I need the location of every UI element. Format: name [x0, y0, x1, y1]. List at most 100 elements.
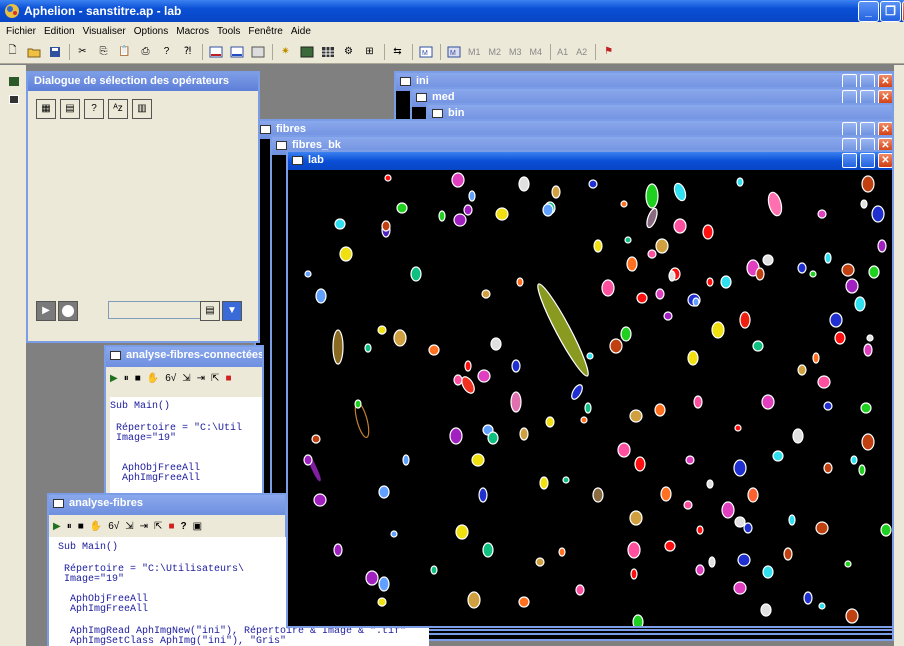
- fibre-object: [664, 540, 676, 552]
- run-icon[interactable]: ▶: [53, 521, 61, 532]
- new-file-icon[interactable]: 🗋: [3, 43, 22, 61]
- fibre-object: [858, 464, 866, 476]
- minimize-button[interactable]: _: [858, 1, 879, 22]
- menu-macros[interactable]: Macros: [172, 26, 213, 37]
- fibre-object: [647, 249, 657, 259]
- dialog-titlebar[interactable]: Dialogue de sélection des opérateurs: [28, 73, 258, 91]
- pause-icon[interactable]: ⏸: [67, 521, 72, 532]
- dock-table-icon[interactable]: [9, 95, 19, 104]
- macro-button-m1[interactable]: M1: [465, 43, 484, 61]
- fibre-object: [453, 374, 463, 386]
- fibre-object: [877, 239, 887, 253]
- record-icon[interactable]: [58, 301, 78, 321]
- fibre-object: [519, 427, 529, 441]
- image-view-icon[interactable]: [297, 43, 316, 61]
- minimize-icon[interactable]: [842, 153, 857, 168]
- run-icon[interactable]: ▶: [110, 373, 118, 384]
- save-icon[interactable]: [45, 43, 64, 61]
- fibre-object: [402, 454, 410, 466]
- macro-window-analyse-fibres-titlebar[interactable]: analyse-fibres: [49, 495, 285, 515]
- operator-list-button[interactable]: ▤: [200, 301, 220, 321]
- operator-info-icon[interactable]: ▥: [132, 99, 152, 119]
- menu-options[interactable]: Options: [130, 26, 172, 37]
- step-over-icon[interactable]: ⇥: [197, 373, 205, 384]
- step-out-icon[interactable]: ⇱: [154, 521, 162, 532]
- step-into-icon[interactable]: ⇲: [125, 521, 133, 532]
- macro-button-m2[interactable]: M2: [486, 43, 505, 61]
- help-icon[interactable]: ?: [157, 43, 176, 61]
- fibre-object: [708, 556, 716, 568]
- sort-az-icon[interactable]: ᴬz: [108, 99, 128, 119]
- operator-icon[interactable]: [206, 43, 225, 61]
- fibre-object: [463, 204, 473, 216]
- window-lab[interactable]: lab ✕: [286, 150, 894, 628]
- close-icon[interactable]: ✕: [878, 153, 892, 168]
- breakpoint-icon[interactable]: ■: [168, 521, 174, 532]
- code-line: Sub Main(): [58, 542, 119, 553]
- flag-icon[interactable]: ⚑: [599, 43, 618, 61]
- stop-icon[interactable]: ■: [135, 373, 141, 384]
- lab-image[interactable]: [288, 170, 892, 626]
- fibre-object: [535, 557, 545, 567]
- cut-icon[interactable]: ✂: [73, 43, 92, 61]
- copy-icon[interactable]: ⎘: [94, 43, 113, 61]
- dropdown-arrow-icon[interactable]: ▼: [222, 301, 242, 321]
- fibre-object: [871, 205, 885, 223]
- wand-icon[interactable]: ✷: [276, 43, 295, 61]
- help-icon[interactable]: ?: [180, 521, 186, 532]
- settings-icon[interactable]: ⚙: [339, 43, 358, 61]
- fibre-object: [693, 395, 703, 409]
- hand-icon[interactable]: ✋: [147, 373, 159, 384]
- tree-icon[interactable]: ⊞: [360, 43, 379, 61]
- window-list-icon[interactable]: [248, 43, 267, 61]
- play-icon[interactable]: ▶: [36, 301, 56, 321]
- context-help-icon[interactable]: ⁈: [178, 43, 197, 61]
- fibre-object: [451, 172, 465, 188]
- stop-icon[interactable]: ■: [78, 521, 84, 532]
- maximize-icon[interactable]: [860, 153, 875, 168]
- step-into-icon[interactable]: ⇲: [182, 373, 190, 384]
- image-operator-icon[interactable]: [227, 43, 246, 61]
- operator-dialog[interactable]: Dialogue de sélection des opérateurs ▦ ▤…: [26, 71, 260, 343]
- action-button-a1[interactable]: A1: [554, 43, 571, 61]
- fibre-object: [844, 560, 852, 568]
- arrows-icon[interactable]: ⇆: [388, 43, 407, 61]
- hand-icon[interactable]: ✋: [90, 521, 102, 532]
- macro-window-connectees[interactable]: analyse-fibres-connectées ▶ ⏸ ■ ✋ 6√ ⇲ ⇥…: [104, 345, 264, 505]
- fibre-object: [471, 453, 485, 467]
- operator-help-icon[interactable]: ?: [84, 99, 104, 119]
- watch-icon[interactable]: 6√: [165, 373, 176, 384]
- action-button-a2[interactable]: A2: [573, 43, 590, 61]
- macro-editor-icon[interactable]: M: [416, 43, 435, 61]
- menu-edition[interactable]: Edition: [40, 26, 79, 37]
- window-lab-titlebar[interactable]: lab ✕: [288, 152, 892, 170]
- menu-fenetre[interactable]: Fenêtre: [244, 26, 286, 37]
- dock-image-icon[interactable]: [9, 77, 19, 86]
- operator-list-icon[interactable]: ▤: [60, 99, 80, 119]
- pause-icon[interactable]: ⏸: [124, 373, 129, 384]
- menu-fichier[interactable]: Fichier: [2, 26, 40, 37]
- breakpoint-icon[interactable]: ■: [225, 373, 231, 384]
- maximize-button[interactable]: ❐: [880, 1, 901, 22]
- step-out-icon[interactable]: ⇱: [211, 373, 219, 384]
- macro-run-icon[interactable]: M: [444, 43, 463, 61]
- code-line: Image="19": [110, 433, 177, 444]
- watch-icon[interactable]: 6√: [108, 521, 119, 532]
- menu-visualiser[interactable]: Visualiser: [79, 26, 130, 37]
- fibre-object: [511, 359, 521, 373]
- macro-button-m3[interactable]: M3: [506, 43, 525, 61]
- fibre-object: [304, 270, 312, 278]
- open-folder-icon[interactable]: [24, 43, 43, 61]
- macro-button-m4[interactable]: M4: [527, 43, 546, 61]
- menu-tools[interactable]: Tools: [213, 26, 244, 37]
- operator-category-icon[interactable]: ▦: [36, 99, 56, 119]
- macro-code-editor[interactable]: Sub Main() Répertoire = "C:\Util Image="…: [110, 397, 262, 503]
- step-over-icon[interactable]: ⇥: [140, 521, 148, 532]
- table-icon[interactable]: [318, 43, 337, 61]
- save-icon[interactable]: ▣: [193, 521, 202, 532]
- window-icon: [110, 351, 121, 360]
- menu-aide[interactable]: Aide: [287, 26, 315, 37]
- macro-window-connectees-titlebar[interactable]: analyse-fibres-connectées: [106, 347, 262, 367]
- paste-icon[interactable]: 📋: [115, 43, 134, 61]
- print-icon[interactable]: ⎙: [136, 43, 155, 61]
